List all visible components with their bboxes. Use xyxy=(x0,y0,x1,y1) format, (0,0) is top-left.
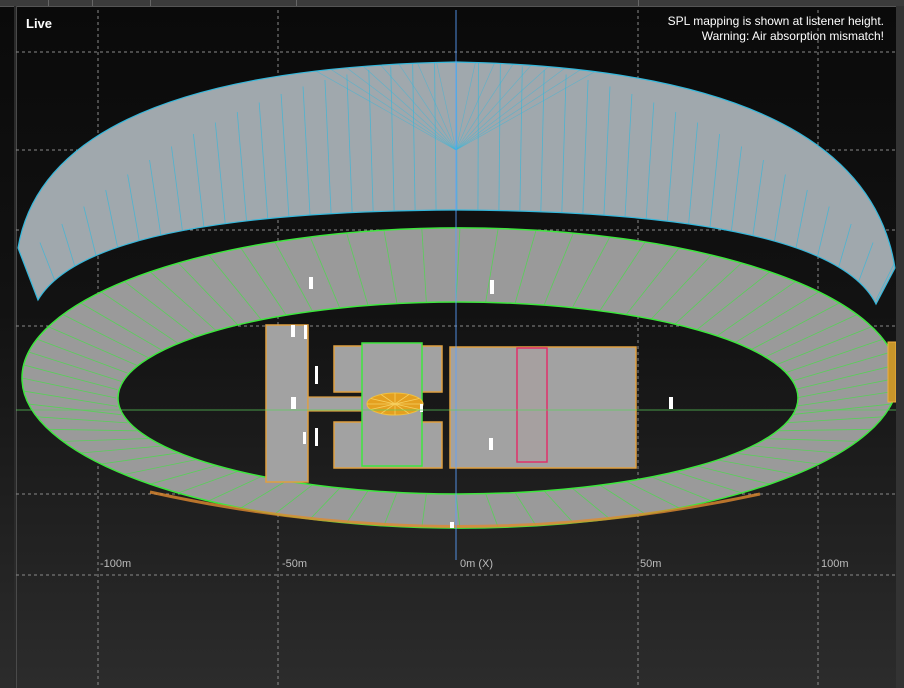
spl-mapping-notice: SPL mapping is shown at listener height. xyxy=(667,14,884,28)
stage-highlight-zone[interactable] xyxy=(516,347,548,463)
speaker-marker[interactable] xyxy=(489,438,493,450)
side-delay-array[interactable] xyxy=(887,341,897,403)
speaker-marker[interactable] xyxy=(304,325,307,339)
speaker-marker[interactable] xyxy=(420,404,423,412)
view-mode-label: Live xyxy=(26,16,53,31)
venue-scene[interactable] xyxy=(0,0,904,688)
speaker-marker[interactable] xyxy=(309,277,313,289)
3d-viewport[interactable]: Live SPL mapping is shown at listener he… xyxy=(0,0,904,688)
side-stage-block[interactable] xyxy=(265,324,309,483)
speaker-marker[interactable] xyxy=(303,432,306,444)
x-axis-tick-label: 0m (X) xyxy=(460,558,493,570)
x-axis-tick-label: -50m xyxy=(282,558,308,570)
speaker-marker[interactable] xyxy=(315,428,318,446)
status-notice: SPL mapping is shown at listener height.… xyxy=(668,14,884,44)
x-axis-tick-label: -100m xyxy=(100,558,132,570)
speaker-marker[interactable] xyxy=(490,280,494,294)
speaker-marker[interactable] xyxy=(450,522,454,528)
speaker-marker[interactable] xyxy=(315,366,318,384)
speaker-marker[interactable] xyxy=(669,397,673,409)
speaker-marker[interactable] xyxy=(291,397,296,409)
air-absorption-warning: Warning: Air absorption mismatch! xyxy=(701,29,884,43)
x-axis-tick-label: 50m xyxy=(640,558,662,570)
upper-tier-ray xyxy=(456,62,458,211)
viewport-right-border xyxy=(896,6,904,688)
speaker-marker[interactable] xyxy=(291,325,295,337)
x-axis-tick-label: 100m xyxy=(821,558,849,570)
